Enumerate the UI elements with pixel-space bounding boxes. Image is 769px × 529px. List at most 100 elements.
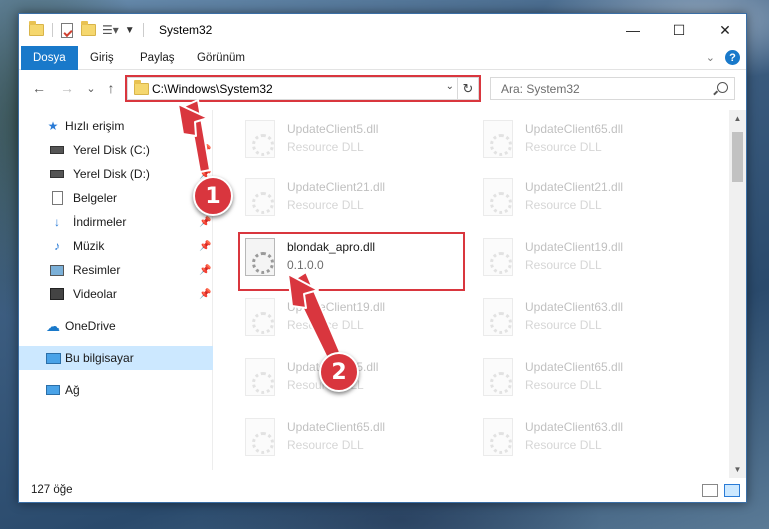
sidebar-item-label: Bu bilgisayar [65, 351, 134, 365]
sidebar-item-disk-c[interactable]: Yerel Disk (C:) 📌 [19, 138, 213, 162]
dll-file-icon [483, 298, 513, 336]
file-description: Resource DLL [525, 318, 602, 332]
dll-file-icon [483, 358, 513, 396]
forward-button[interactable]: → [57, 78, 77, 98]
divider [142, 23, 144, 37]
drive-icon [49, 143, 65, 157]
title-bar: ☰▾ ▼ System32 — ☐ ✕ [19, 14, 746, 46]
properties-icon[interactable] [61, 22, 73, 38]
help-icon[interactable]: ? [725, 50, 740, 65]
dll-file-icon [245, 178, 275, 216]
search-box[interactable]: Ara: System32 [490, 77, 735, 100]
pictures-icon [49, 263, 65, 277]
sidebar-item-label: Resimler [73, 263, 121, 277]
tab-paylas[interactable]: Paylaş [140, 46, 175, 70]
file-name: UpdateClient19.dll [525, 240, 624, 254]
file-item[interactable]: UpdateClient19.dll Resource DLL [477, 234, 707, 284]
dll-file-icon [245, 298, 275, 336]
file-description: Resource DLL [525, 438, 602, 452]
file-description: Resource DLL [525, 198, 602, 212]
sidebar-item-label: Müzik [73, 239, 105, 253]
sidebar-item-pictures[interactable]: Resimler 📌 [19, 258, 213, 282]
sidebar-item-music[interactable]: ♪ Müzik 📌 [19, 234, 213, 258]
ribbon-controls: ⌄ ? [706, 50, 740, 65]
sidebar-item-label: Yerel Disk (C:) [73, 143, 150, 157]
sidebar-item-downloads[interactable]: ↓ İndirmeler 📌 [19, 210, 213, 234]
file-item[interactable]: UpdateClient63.dll Resource DLL [477, 294, 707, 344]
file-item[interactable]: UpdateClient65.dll Resource DLL [477, 354, 707, 404]
file-description: Resource DLL [525, 378, 602, 392]
drive-icon [49, 167, 65, 181]
sidebar-item-quick-access[interactable]: ★ Hızlı erişim [19, 114, 213, 138]
scroll-thumb[interactable] [732, 132, 743, 182]
dll-file-icon [245, 418, 275, 456]
pin-icon[interactable]: 📌 [199, 265, 211, 276]
sidebar-item-label: Hızlı erişim [65, 119, 125, 133]
dll-file-icon [483, 120, 513, 158]
file-item[interactable]: UpdateClient19.dll Resource DLL [239, 294, 469, 344]
search-icon[interactable] [717, 82, 728, 93]
music-icon: ♪ [54, 239, 60, 253]
expand-ribbon-icon[interactable]: ⌄ [706, 51, 715, 64]
quick-access-dropdown-icon[interactable]: ▼ [125, 25, 135, 36]
folder-icon [29, 21, 44, 36]
star-icon: ★ [47, 119, 59, 133]
step-2-badge: 2 [319, 352, 359, 392]
file-name: UpdateClient65.dll [525, 360, 624, 374]
file-item[interactable]: UpdateClient5.dll Resource DLL [239, 116, 469, 166]
file-name: UpdateClient63.dll [525, 300, 624, 314]
sidebar-item-network[interactable]: Ağ [19, 378, 213, 402]
maximize-button[interactable]: ☐ [656, 14, 702, 46]
scroll-down-icon[interactable]: ▼ [729, 461, 746, 478]
pin-icon[interactable]: 📌 [199, 241, 211, 252]
file-description: Resource DLL [287, 438, 364, 452]
tab-giris[interactable]: Giriş [90, 46, 114, 70]
tab-gorunum[interactable]: Görünüm [197, 46, 245, 70]
up-button[interactable]: ↑ [101, 78, 121, 98]
sidebar-item-label: Belgeler [73, 191, 118, 205]
file-name: UpdateClient21.dll [287, 180, 386, 194]
details-view-icon[interactable] [702, 484, 718, 497]
file-highlight-box [238, 232, 465, 291]
sidebar-item-disk-d[interactable]: Yerel Disk (D:) 📌 [19, 162, 213, 186]
download-icon: ↓ [54, 215, 60, 229]
pin-icon[interactable]: 📌 [199, 145, 211, 156]
file-description: Resource DLL [525, 258, 602, 272]
scroll-up-icon[interactable]: ▲ [729, 110, 746, 127]
file-item[interactable]: UpdateClient63.dll Resource DLL [477, 414, 707, 464]
new-folder-icon[interactable] [81, 21, 96, 36]
search-placeholder: Ara: System32 [501, 82, 580, 96]
ribbon-tabs: Dosya Giriş Paylaş Görünüm ⌄ ? [19, 46, 746, 70]
pin-icon[interactable]: 📌 [199, 289, 211, 300]
customize-icon[interactable]: ☰▾ [102, 23, 119, 37]
pin-icon[interactable]: 📌 [199, 217, 211, 228]
sidebar-item-label: İndirmeler [73, 215, 127, 229]
file-item[interactable]: UpdateClient21.dll Resource DLL [477, 174, 707, 224]
sidebar-item-label: Videolar [73, 287, 117, 301]
dll-file-icon [483, 178, 513, 216]
dll-file-icon [483, 238, 513, 276]
file-item[interactable]: UpdateClient65.dll Resource DLL [477, 116, 707, 166]
step-1-badge: 1 [193, 176, 233, 216]
sidebar-item-documents[interactable]: Belgeler 📌 [19, 186, 213, 210]
sidebar-item-this-pc[interactable]: Bu bilgisayar [19, 346, 213, 370]
sidebar-item-onedrive[interactable]: ☁ OneDrive [19, 314, 213, 338]
file-description: Resource DLL [287, 318, 364, 332]
dll-file-icon [483, 418, 513, 456]
large-icons-view-icon[interactable] [724, 484, 740, 497]
dll-file-icon [245, 358, 275, 396]
recent-locations-button[interactable]: ⌄ [81, 78, 101, 98]
sidebar-item-label: Ağ [65, 383, 80, 397]
file-name: UpdateClient65.dll [287, 420, 386, 434]
file-item[interactable]: UpdateClient65.dll Resource DLL [239, 414, 469, 464]
tab-dosya[interactable]: Dosya [21, 46, 78, 70]
minimize-button[interactable]: — [610, 14, 656, 46]
file-item[interactable]: UpdateClient21.dll Resource DLL [239, 174, 469, 224]
vertical-scrollbar[interactable]: ▲ ▼ [729, 110, 746, 478]
close-button[interactable]: ✕ [702, 14, 748, 46]
sidebar-item-videos[interactable]: Videolar 📌 [19, 282, 213, 306]
file-name: UpdateClient63.dll [525, 420, 624, 434]
file-name: UpdateClient65.dll [525, 122, 624, 136]
network-icon [45, 383, 61, 397]
back-button[interactable]: ← [29, 78, 49, 98]
